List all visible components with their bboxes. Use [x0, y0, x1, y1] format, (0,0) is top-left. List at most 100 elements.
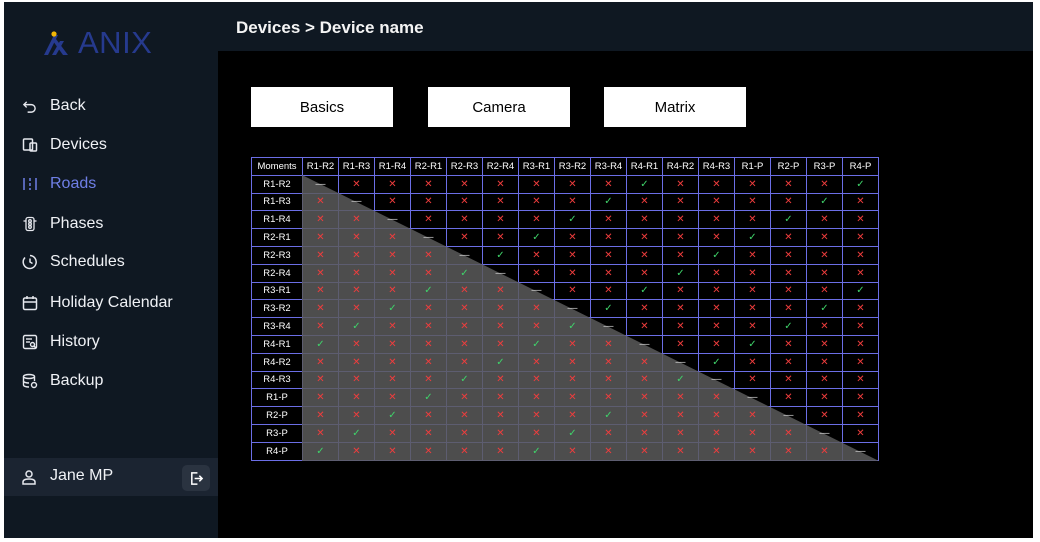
- matrix-cell[interactable]: ✕: [554, 370, 591, 390]
- matrix-cell[interactable]: ✕: [770, 423, 807, 443]
- matrix-cell[interactable]: ✓: [590, 192, 627, 212]
- matrix-cell[interactable]: ✕: [518, 370, 555, 390]
- matrix-cell[interactable]: ✕: [698, 174, 735, 194]
- matrix-cell[interactable]: ✕: [662, 317, 699, 336]
- matrix-cell[interactable]: ✕: [806, 370, 843, 390]
- matrix-cell[interactable]: ✕: [482, 423, 519, 443]
- matrix-cell[interactable]: ✕: [410, 441, 447, 461]
- matrix-cell[interactable]: ✓: [842, 281, 879, 301]
- matrix-cell[interactable]: ✕: [518, 406, 555, 425]
- matrix-cell[interactable]: ✕: [734, 245, 771, 265]
- matrix-cell[interactable]: ✕: [806, 317, 843, 336]
- matrix-cell[interactable]: ✕: [662, 334, 699, 354]
- matrix-cell[interactable]: ✕: [770, 281, 807, 301]
- matrix-cell[interactable]: ✕: [770, 299, 807, 319]
- matrix-cell[interactable]: ✕: [842, 334, 879, 354]
- matrix-cell[interactable]: ✕: [302, 245, 339, 265]
- matrix-cell[interactable]: ✕: [554, 406, 591, 425]
- matrix-cell[interactable]: ✕: [446, 317, 483, 336]
- matrix-cell[interactable]: ✕: [590, 423, 627, 443]
- matrix-cell[interactable]: ✕: [626, 192, 663, 212]
- matrix-cell[interactable]: ✕: [374, 192, 411, 212]
- matrix-cell[interactable]: ✕: [626, 228, 663, 247]
- matrix-cell[interactable]: ✕: [518, 423, 555, 443]
- matrix-cell[interactable]: ✕: [302, 299, 339, 319]
- matrix-cell[interactable]: ✕: [590, 352, 627, 372]
- matrix-cell[interactable]: ✕: [806, 245, 843, 265]
- matrix-cell[interactable]: ✕: [734, 370, 771, 390]
- matrix-cell[interactable]: ✕: [338, 263, 375, 283]
- matrix-cell[interactable]: ✕: [302, 406, 339, 425]
- matrix-cell[interactable]: ✕: [518, 245, 555, 265]
- matrix-cell[interactable]: ✕: [590, 334, 627, 354]
- matrix-cell[interactable]: ✕: [338, 388, 375, 408]
- matrix-cell[interactable]: ✕: [806, 352, 843, 372]
- matrix-cell[interactable]: ✕: [554, 245, 591, 265]
- matrix-cell[interactable]: ✕: [698, 406, 735, 425]
- matrix-cell[interactable]: ✕: [842, 210, 879, 230]
- matrix-cell[interactable]: ✕: [338, 299, 375, 319]
- matrix-cell[interactable]: ✕: [374, 423, 411, 443]
- matrix-cell[interactable]: ✕: [662, 388, 699, 408]
- matrix-cell[interactable]: ✕: [842, 192, 879, 212]
- matrix-cell[interactable]: ✓: [770, 210, 807, 230]
- matrix-cell[interactable]: ✕: [410, 370, 447, 390]
- matrix-cell[interactable]: ✕: [338, 352, 375, 372]
- matrix-cell[interactable]: ✕: [338, 406, 375, 425]
- matrix-cell[interactable]: ✕: [626, 263, 663, 283]
- sidebar-item-history[interactable]: History: [21, 330, 100, 354]
- matrix-cell[interactable]: ✕: [518, 317, 555, 336]
- matrix-cell[interactable]: ✕: [338, 334, 375, 354]
- matrix-cell[interactable]: ✕: [734, 352, 771, 372]
- matrix-cell[interactable]: ✓: [590, 299, 627, 319]
- matrix-cell[interactable]: ✕: [446, 352, 483, 372]
- matrix-cell[interactable]: ✕: [770, 263, 807, 283]
- matrix-cell[interactable]: ✕: [446, 174, 483, 194]
- matrix-cell[interactable]: ✕: [662, 174, 699, 194]
- matrix-cell[interactable]: ✕: [518, 210, 555, 230]
- matrix-cell[interactable]: ✕: [698, 423, 735, 443]
- matrix-cell[interactable]: ✕: [482, 388, 519, 408]
- matrix-cell[interactable]: ✕: [482, 228, 519, 247]
- matrix-cell[interactable]: ✕: [842, 370, 879, 390]
- matrix-cell[interactable]: ✓: [446, 370, 483, 390]
- matrix-cell[interactable]: ✓: [482, 352, 519, 372]
- matrix-cell[interactable]: ✓: [410, 388, 447, 408]
- matrix-cell[interactable]: ✓: [410, 281, 447, 301]
- matrix-cell[interactable]: ✕: [446, 441, 483, 461]
- matrix-cell[interactable]: ✕: [590, 263, 627, 283]
- matrix-cell[interactable]: ✕: [626, 210, 663, 230]
- matrix-cell[interactable]: ✕: [590, 210, 627, 230]
- matrix-cell[interactable]: ✕: [806, 210, 843, 230]
- matrix-cell[interactable]: ✕: [590, 388, 627, 408]
- matrix-cell[interactable]: ✕: [410, 245, 447, 265]
- matrix-cell[interactable]: ✕: [698, 441, 735, 461]
- matrix-cell[interactable]: ✓: [518, 334, 555, 354]
- matrix-cell[interactable]: ✓: [734, 334, 771, 354]
- matrix-cell[interactable]: ✕: [446, 192, 483, 212]
- matrix-cell[interactable]: ✕: [302, 228, 339, 247]
- matrix-cell[interactable]: ✕: [410, 334, 447, 354]
- matrix-cell[interactable]: ✕: [374, 370, 411, 390]
- matrix-cell[interactable]: ✕: [482, 210, 519, 230]
- matrix-cell[interactable]: ✕: [698, 317, 735, 336]
- matrix-cell[interactable]: ✕: [518, 192, 555, 212]
- matrix-cell[interactable]: ✕: [302, 263, 339, 283]
- matrix-cell[interactable]: ✕: [770, 334, 807, 354]
- matrix-cell[interactable]: ✕: [482, 441, 519, 461]
- matrix-cell[interactable]: ✓: [626, 281, 663, 301]
- matrix-cell[interactable]: ✕: [590, 174, 627, 194]
- matrix-cell[interactable]: ✕: [374, 352, 411, 372]
- matrix-cell[interactable]: ✕: [734, 441, 771, 461]
- matrix-cell[interactable]: ✕: [842, 263, 879, 283]
- matrix-cell[interactable]: ✓: [302, 334, 339, 354]
- matrix-cell[interactable]: ✓: [302, 441, 339, 461]
- matrix-cell[interactable]: ✕: [302, 317, 339, 336]
- matrix-cell[interactable]: ✓: [374, 406, 411, 425]
- matrix-cell[interactable]: ✕: [554, 388, 591, 408]
- matrix-cell[interactable]: ✓: [554, 210, 591, 230]
- matrix-cell[interactable]: ✕: [482, 317, 519, 336]
- matrix-cell[interactable]: ✕: [446, 388, 483, 408]
- matrix-cell[interactable]: ✕: [482, 334, 519, 354]
- matrix-cell[interactable]: ✕: [698, 334, 735, 354]
